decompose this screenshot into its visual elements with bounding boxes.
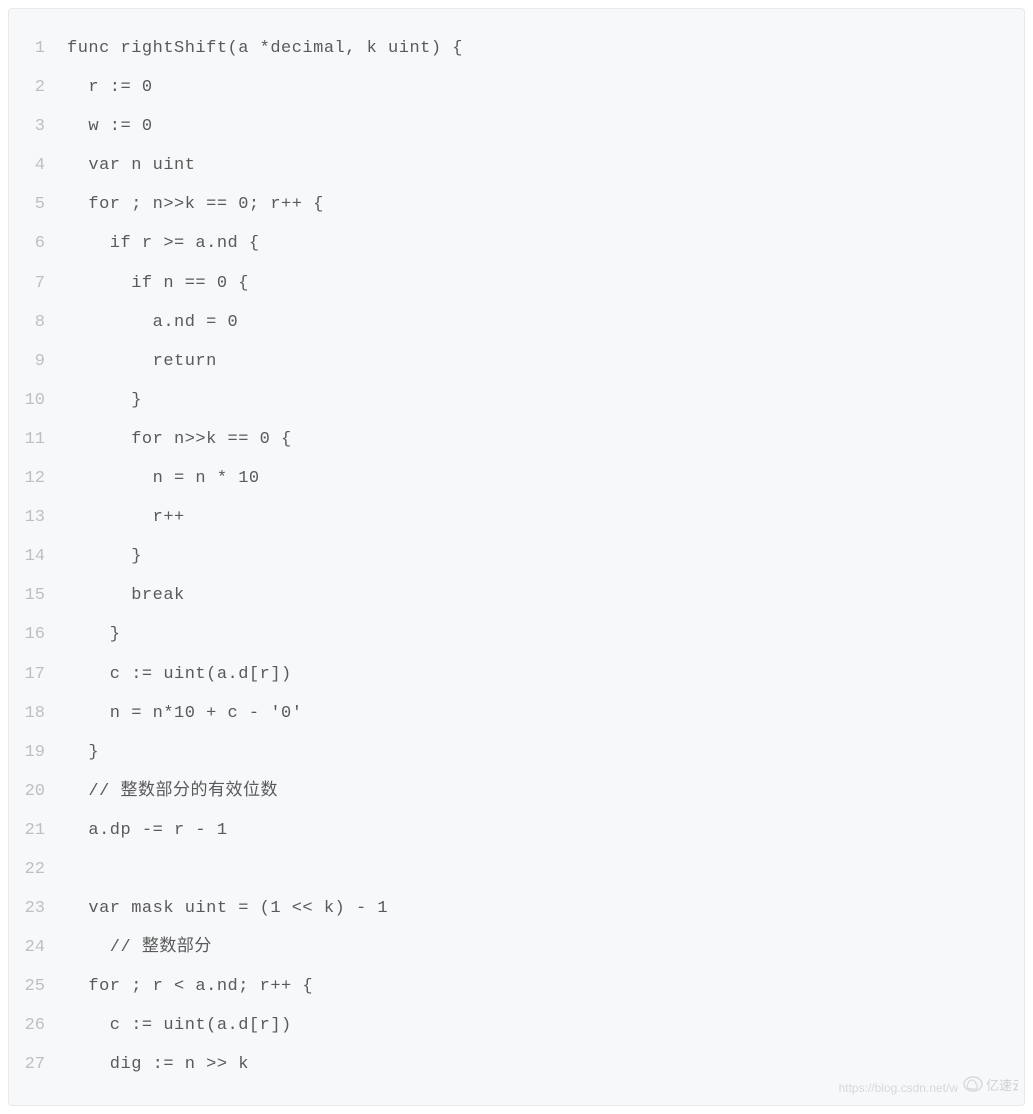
line-number: 7 xyxy=(9,264,67,303)
code-line: 18 n = n*10 + c - '0' xyxy=(9,694,1024,733)
line-number: 26 xyxy=(9,1006,67,1045)
line-number: 6 xyxy=(9,224,67,263)
code-text: r := 0 xyxy=(67,68,153,107)
code-line: 8 a.nd = 0 xyxy=(9,303,1024,342)
line-number: 23 xyxy=(9,889,67,928)
code-line: 5 for ; n>>k == 0; r++ { xyxy=(9,185,1024,224)
line-number: 9 xyxy=(9,342,67,381)
line-number: 12 xyxy=(9,459,67,498)
line-number: 27 xyxy=(9,1045,67,1084)
code-line: 15 break xyxy=(9,576,1024,615)
line-number: 2 xyxy=(9,68,67,107)
code-block: 1func rightShift(a *decimal, k uint) {2 … xyxy=(8,8,1025,1106)
line-number: 17 xyxy=(9,655,67,694)
line-number: 3 xyxy=(9,107,67,146)
code-line: 23 var mask uint = (1 << k) - 1 xyxy=(9,889,1024,928)
code-text: var mask uint = (1 << k) - 1 xyxy=(67,889,388,928)
line-number: 5 xyxy=(9,185,67,224)
watermark-url: https://blog.csdn.net/w xyxy=(839,1081,958,1095)
line-number: 18 xyxy=(9,694,67,733)
svg-text:亿速云: 亿速云 xyxy=(986,1078,1018,1093)
code-text: // 整数部分的有效位数 xyxy=(67,772,278,811)
line-number: 22 xyxy=(9,850,67,889)
code-text: var n uint xyxy=(67,146,195,185)
code-line: 9 return xyxy=(9,342,1024,381)
code-text: break xyxy=(67,576,185,615)
code-text: n = n*10 + c - '0' xyxy=(67,694,302,733)
code-text: c := uint(a.d[r]) xyxy=(67,1006,292,1045)
line-number: 15 xyxy=(9,576,67,615)
line-number: 21 xyxy=(9,811,67,850)
code-text: // 整数部分 xyxy=(67,928,212,967)
line-number: 25 xyxy=(9,967,67,1006)
code-line: 20 // 整数部分的有效位数 xyxy=(9,772,1024,811)
line-number: 1 xyxy=(9,29,67,68)
code-text: r++ xyxy=(67,498,185,537)
code-line: 7 if n == 0 { xyxy=(9,264,1024,303)
code-line: 26 c := uint(a.d[r]) xyxy=(9,1006,1024,1045)
code-line: 17 c := uint(a.d[r]) xyxy=(9,655,1024,694)
code-line: 16 } xyxy=(9,615,1024,654)
code-text: for ; n>>k == 0; r++ { xyxy=(67,185,324,224)
code-text: if n == 0 { xyxy=(67,264,249,303)
line-number: 14 xyxy=(9,537,67,576)
code-line: 14 } xyxy=(9,537,1024,576)
code-text: a.nd = 0 xyxy=(67,303,238,342)
code-text: n = n * 10 xyxy=(67,459,260,498)
code-text: } xyxy=(67,615,121,654)
line-number: 11 xyxy=(9,420,67,459)
code-line: 6 if r >= a.nd { xyxy=(9,224,1024,263)
code-line: 12 n = n * 10 xyxy=(9,459,1024,498)
line-number: 4 xyxy=(9,146,67,185)
code-text: for n>>k == 0 { xyxy=(67,420,292,459)
code-text: return xyxy=(67,342,217,381)
code-line: 1func rightShift(a *decimal, k uint) { xyxy=(9,29,1024,68)
code-text: } xyxy=(67,381,142,420)
code-line: 27 dig := n >> k xyxy=(9,1045,1024,1084)
line-number: 8 xyxy=(9,303,67,342)
code-text: w := 0 xyxy=(67,107,153,146)
code-line: 4 var n uint xyxy=(9,146,1024,185)
code-line: 13 r++ xyxy=(9,498,1024,537)
code-text: a.dp -= r - 1 xyxy=(67,811,228,850)
line-number: 20 xyxy=(9,772,67,811)
code-text: if r >= a.nd { xyxy=(67,224,260,263)
line-number: 10 xyxy=(9,381,67,420)
code-line: 10 } xyxy=(9,381,1024,420)
code-text: func rightShift(a *decimal, k uint) { xyxy=(67,29,463,68)
code-text: c := uint(a.d[r]) xyxy=(67,655,292,694)
code-text: dig := n >> k xyxy=(67,1045,249,1084)
watermark-logo: 亿速云 xyxy=(962,1069,1018,1099)
code-text: } xyxy=(67,733,99,772)
code-line: 21 a.dp -= r - 1 xyxy=(9,811,1024,850)
code-line: 3 w := 0 xyxy=(9,107,1024,146)
code-line: 24 // 整数部分 xyxy=(9,928,1024,967)
line-number: 16 xyxy=(9,615,67,654)
line-number: 19 xyxy=(9,733,67,772)
code-line: 11 for n>>k == 0 { xyxy=(9,420,1024,459)
line-number: 24 xyxy=(9,928,67,967)
code-text: } xyxy=(67,537,142,576)
code-line: 25 for ; r < a.nd; r++ { xyxy=(9,967,1024,1006)
line-number: 13 xyxy=(9,498,67,537)
code-line: 19 } xyxy=(9,733,1024,772)
code-text: for ; r < a.nd; r++ { xyxy=(67,967,313,1006)
code-line: 22 xyxy=(9,850,1024,889)
code-line: 2 r := 0 xyxy=(9,68,1024,107)
